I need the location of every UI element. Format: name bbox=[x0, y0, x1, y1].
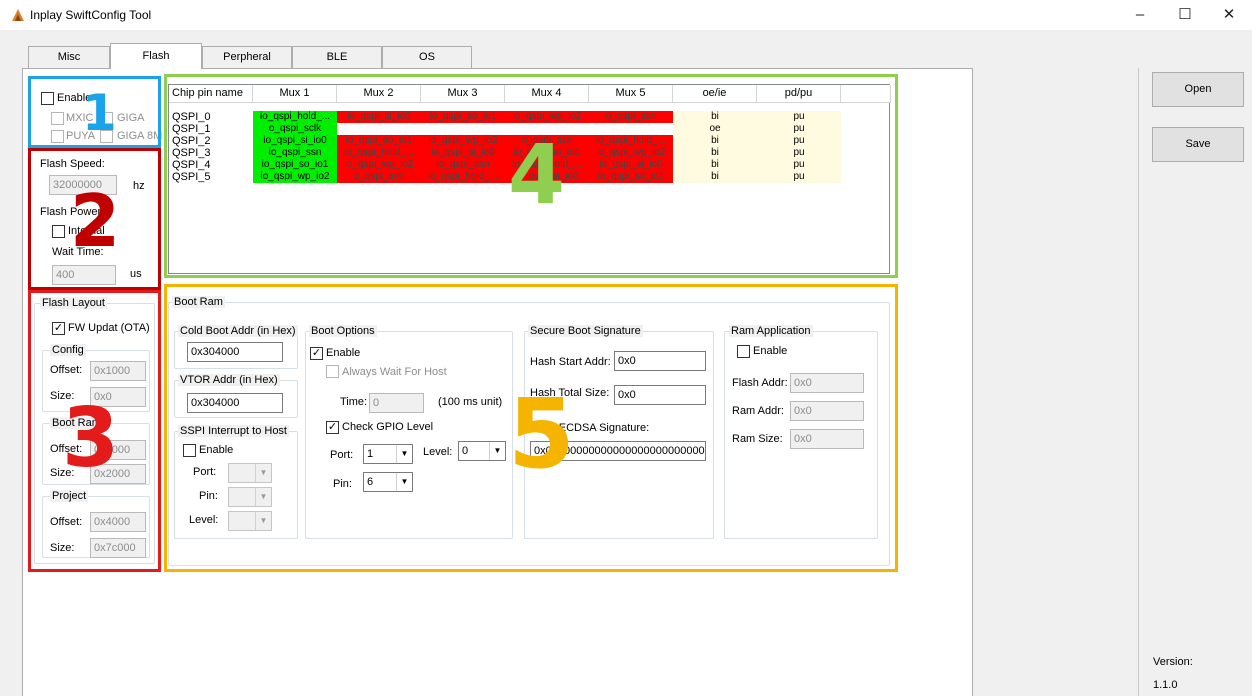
save-button[interactable]: Save bbox=[1152, 127, 1244, 162]
tab-misc[interactable]: Misc bbox=[28, 46, 110, 68]
open-button[interactable]: Open bbox=[1152, 72, 1244, 107]
annotation-number-4: 4 bbox=[508, 128, 566, 223]
close-button[interactable]: ✕ bbox=[1215, 5, 1243, 25]
version-label: Version: bbox=[1153, 656, 1193, 668]
tab-flash[interactable]: Flash bbox=[110, 43, 202, 69]
app-icon bbox=[12, 9, 24, 21]
tab-os[interactable]: OS bbox=[382, 46, 472, 68]
annotation-number-2: 2 bbox=[70, 179, 121, 263]
version-value: 1.1.0 bbox=[1153, 679, 1178, 691]
tab-ble[interactable]: BLE bbox=[292, 46, 382, 68]
annotation-number-5: 5 bbox=[508, 378, 575, 490]
annotation-number-3: 3 bbox=[62, 391, 120, 486]
minimize-button[interactable]: – bbox=[1126, 5, 1154, 25]
maximize-button[interactable]: ☐ bbox=[1171, 5, 1199, 25]
tab-perpheral[interactable]: Perpheral bbox=[202, 46, 292, 68]
title-bar: Inplay SwiftConfig Tool – ☐ ✕ bbox=[0, 0, 1252, 30]
window-title: Inplay SwiftConfig Tool bbox=[30, 8, 152, 22]
annotation-number-1: 1 bbox=[82, 84, 117, 142]
right-panel-divider bbox=[1138, 68, 1139, 696]
